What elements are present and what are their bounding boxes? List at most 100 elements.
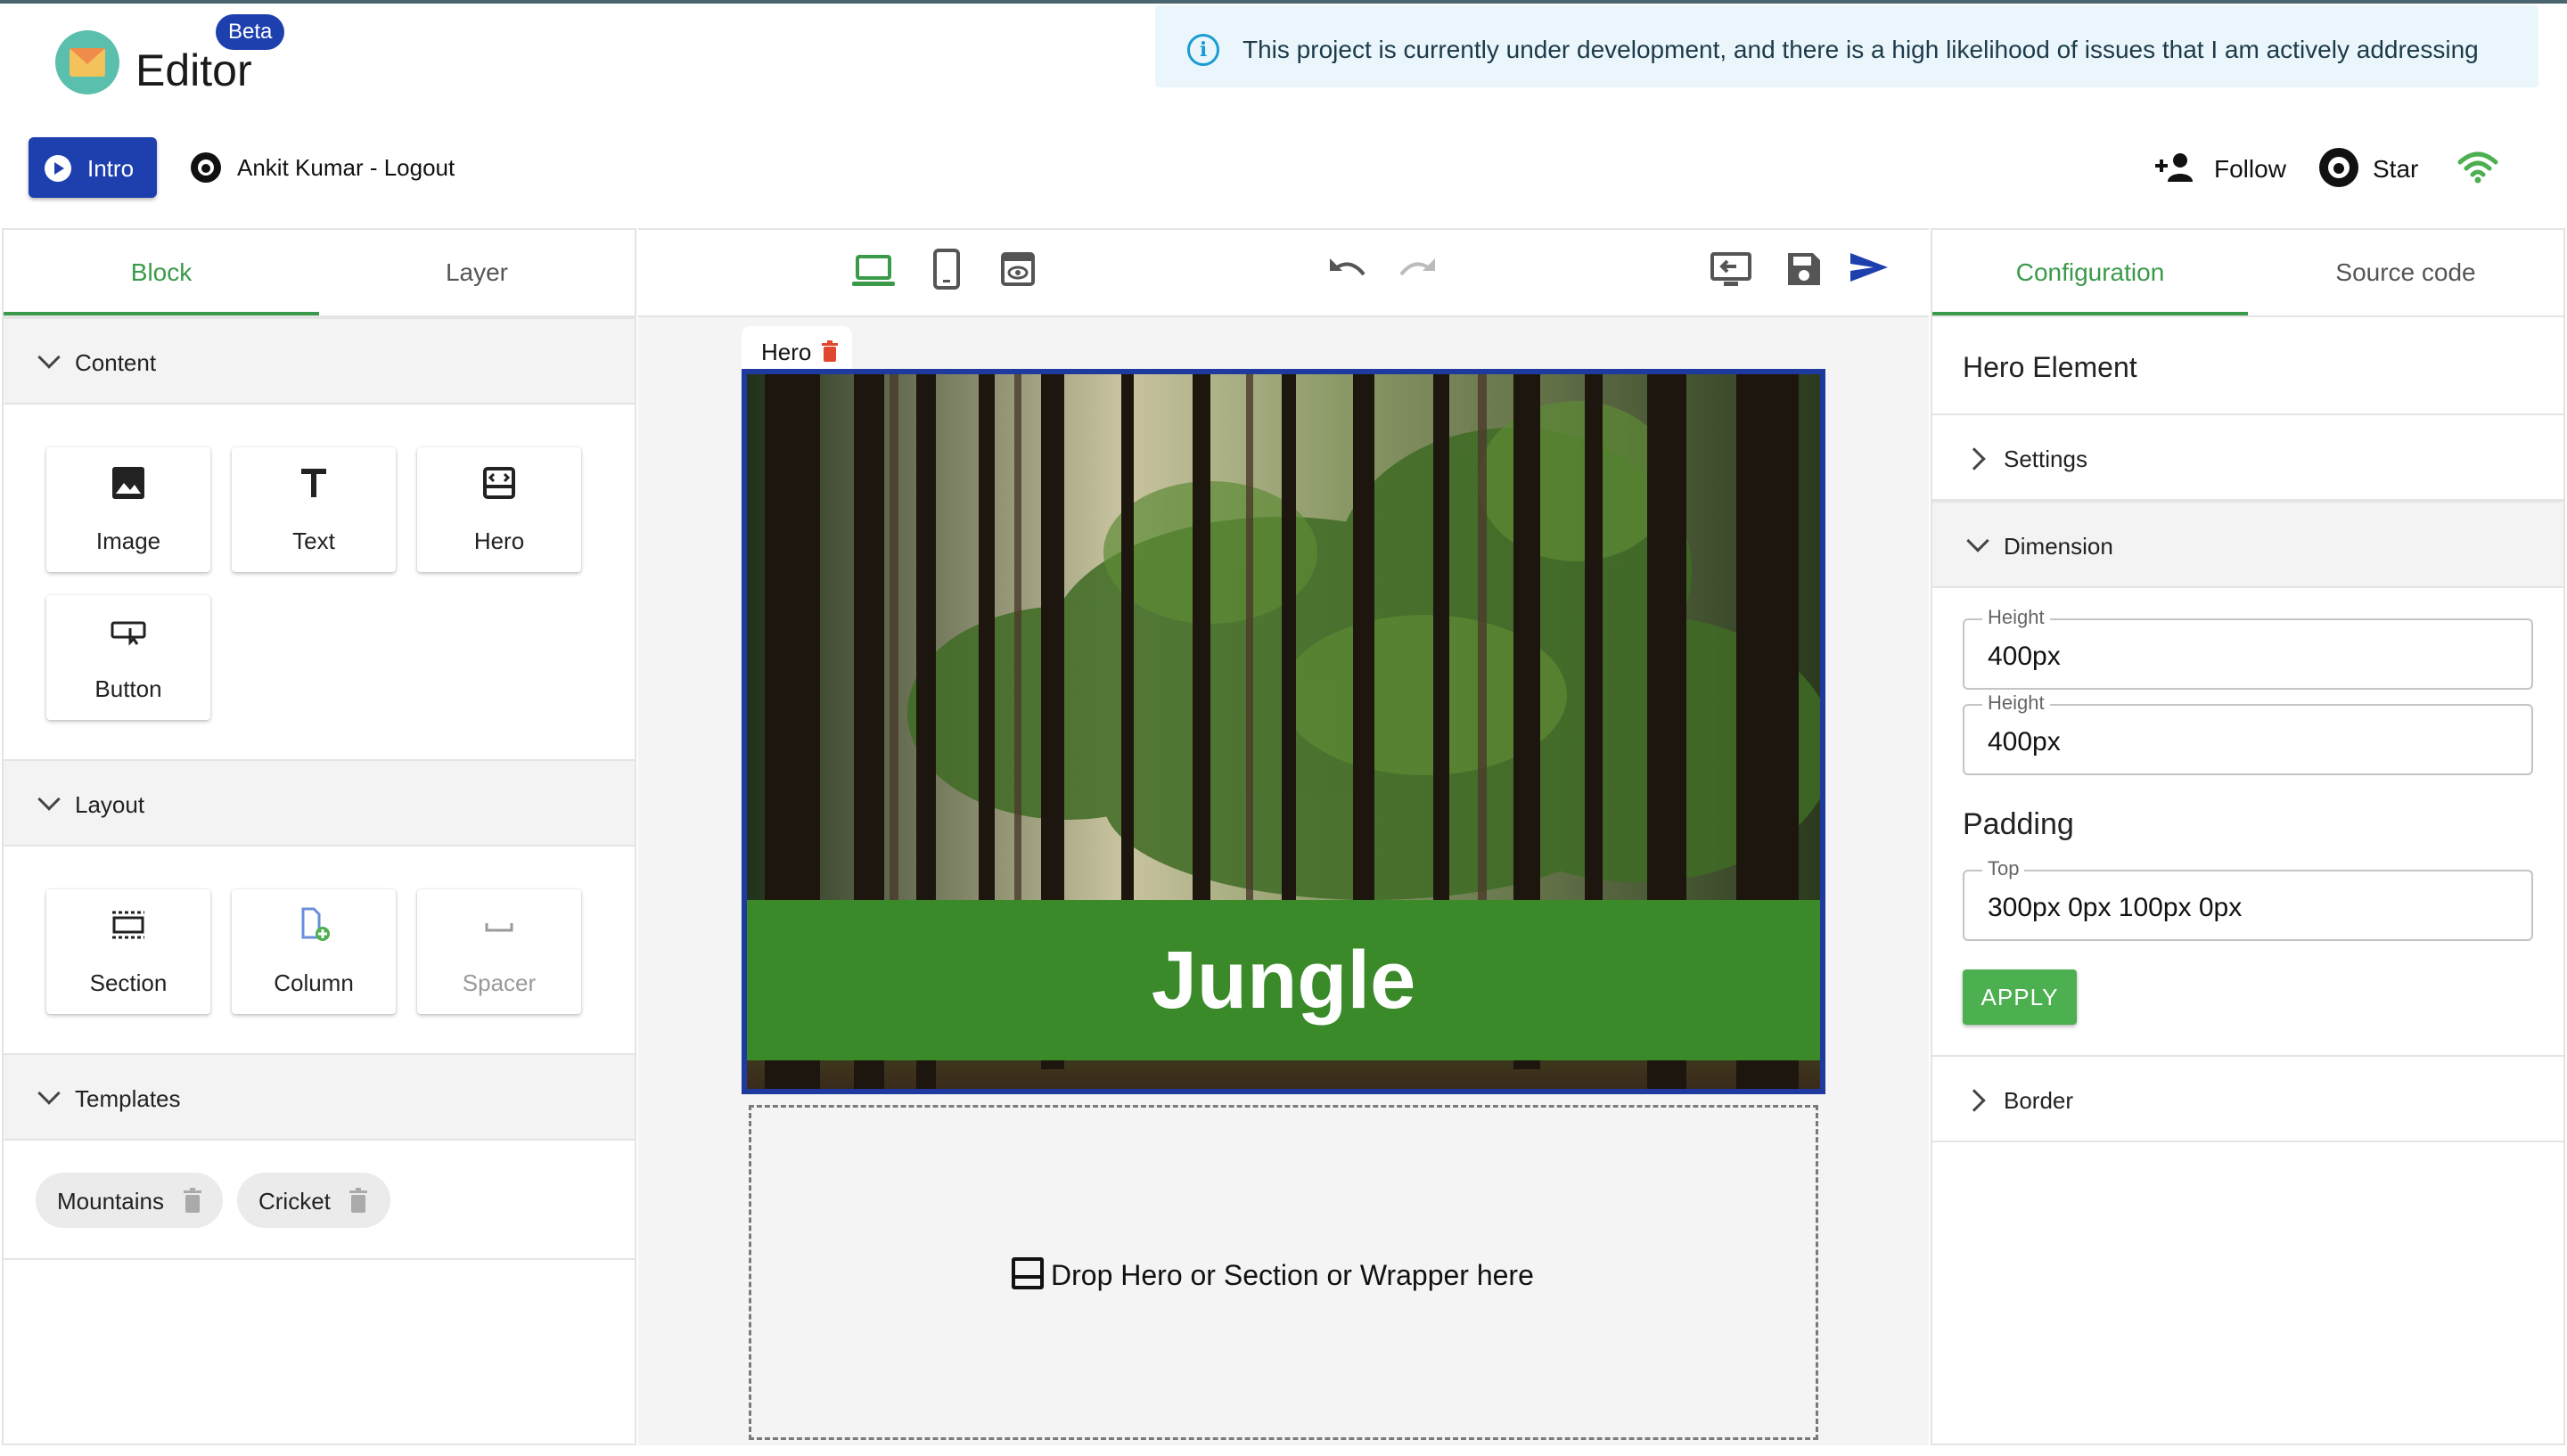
hero-element[interactable]: Jungle bbox=[742, 369, 1825, 1094]
templates-divider bbox=[4, 1258, 635, 1260]
block-hero-label: Hero bbox=[473, 528, 525, 554]
padding-field-value[interactable]: 300px 0px 100px 0px bbox=[1988, 893, 2242, 923]
settings-section-header[interactable]: Settings bbox=[1932, 413, 2563, 501]
tab-layer[interactable]: Layer bbox=[319, 230, 635, 315]
block-spacer-label: Spacer bbox=[462, 969, 537, 996]
chevron-down-icon bbox=[37, 346, 61, 369]
height-field-2[interactable]: Height 400px bbox=[1963, 691, 2533, 775]
drop-zone[interactable]: Drop Hero or Section or Wrapper here bbox=[749, 1105, 1818, 1440]
height-field[interactable]: Height 400px bbox=[1963, 606, 2533, 690]
configuration-panel: Configuration Source code Hero Element S… bbox=[1931, 228, 2565, 1445]
template-mountains-label: Mountains bbox=[57, 1188, 164, 1215]
delete-icon[interactable] bbox=[822, 340, 838, 362]
import-icon[interactable] bbox=[1710, 251, 1752, 289]
image-icon bbox=[112, 467, 144, 499]
padding-field-legend: Top bbox=[1982, 857, 2025, 880]
hero-title[interactable]: Jungle bbox=[747, 900, 1820, 1060]
padding-top-field[interactable]: Top 300px 0px 100px 0px bbox=[1963, 857, 2533, 941]
drop-zone-text: Drop Hero or Section or Wrapper here bbox=[1051, 1259, 1534, 1291]
github-icon bbox=[191, 152, 221, 183]
block-button-label: Button bbox=[94, 675, 162, 702]
block-spacer[interactable]: Spacer bbox=[417, 889, 581, 1014]
delete-icon[interactable] bbox=[349, 1188, 367, 1213]
settings-label: Settings bbox=[2004, 446, 2087, 472]
template-cricket-label: Cricket bbox=[258, 1188, 331, 1215]
canvas-toolbar bbox=[638, 230, 1929, 317]
intro-button[interactable]: Intro bbox=[29, 137, 157, 198]
border-label: Border bbox=[2004, 1087, 2074, 1114]
undo-icon[interactable] bbox=[1326, 255, 1367, 285]
hero-title-band: Jungle bbox=[747, 900, 1820, 1060]
block-column[interactable]: Column bbox=[232, 889, 396, 1014]
github-star-icon[interactable] bbox=[2319, 148, 2358, 187]
block-column-label: Column bbox=[274, 969, 354, 996]
block-image-label: Image bbox=[95, 528, 161, 554]
delete-icon[interactable] bbox=[184, 1188, 201, 1213]
text-icon bbox=[301, 469, 326, 497]
preview-icon[interactable] bbox=[1000, 251, 1036, 287]
app-title: Editor bbox=[135, 45, 252, 95]
tab-source-code[interactable]: Source code bbox=[2248, 230, 2563, 315]
layout-section-label: Layout bbox=[75, 791, 145, 818]
right-tabs: Configuration Source code bbox=[1932, 230, 2563, 317]
left-tabs: Block Layer bbox=[4, 230, 635, 317]
dimension-section-header[interactable]: Dimension bbox=[1932, 501, 2563, 588]
section-icon bbox=[112, 911, 144, 939]
chevron-right-icon bbox=[1963, 1089, 1986, 1112]
block-button[interactable]: Button bbox=[46, 595, 210, 720]
dimension-label: Dimension bbox=[2004, 533, 2113, 560]
laptop-icon[interactable] bbox=[852, 253, 895, 289]
apply-button[interactable]: APPLY bbox=[1963, 969, 2077, 1025]
mobile-icon[interactable] bbox=[932, 248, 961, 290]
button-icon bbox=[111, 621, 146, 646]
selected-element-label: Hero bbox=[761, 339, 812, 365]
send-icon[interactable] bbox=[1849, 249, 1890, 285]
person-add-icon[interactable] bbox=[2155, 151, 2196, 182]
beta-badge: Beta bbox=[216, 14, 285, 50]
top-border-line bbox=[0, 0, 2567, 4]
app-logo bbox=[55, 30, 119, 94]
height-field-2-value[interactable]: 400px bbox=[1988, 727, 2061, 757]
content-section-header[interactable]: Content bbox=[4, 317, 635, 405]
canvas-panel: Hero Jungle Drop Hero or Section or Wrap… bbox=[638, 228, 1929, 1445]
layout-section-header[interactable]: Layout bbox=[4, 759, 635, 847]
column-icon bbox=[301, 907, 330, 941]
height-field-2-legend: Height bbox=[1982, 691, 2050, 715]
inbox-icon bbox=[1012, 1257, 1044, 1289]
padding-title: Padding bbox=[1963, 807, 2074, 841]
development-alert: i This project is currently under develo… bbox=[1155, 5, 2538, 87]
block-section[interactable]: Section bbox=[46, 889, 210, 1014]
block-image[interactable]: Image bbox=[46, 447, 210, 572]
play-icon bbox=[45, 155, 71, 182]
block-hero[interactable]: Hero bbox=[417, 447, 581, 572]
block-section-label: Section bbox=[89, 969, 168, 996]
intro-label: Intro bbox=[87, 155, 135, 182]
content-section-label: Content bbox=[75, 349, 157, 376]
block-text-label: Text bbox=[292, 528, 335, 554]
alert-text: This project is currently under developm… bbox=[1242, 36, 2479, 63]
hero-icon bbox=[483, 467, 515, 499]
info-icon: i bbox=[1187, 34, 1219, 66]
border-section-header[interactable]: Border bbox=[1932, 1055, 2563, 1142]
chevron-down-icon bbox=[37, 1082, 61, 1105]
redo-icon[interactable] bbox=[1398, 255, 1439, 285]
template-chip-cricket[interactable]: Cricket bbox=[237, 1173, 390, 1228]
height-field-value[interactable]: 400px bbox=[1988, 642, 2061, 672]
save-icon[interactable] bbox=[1786, 251, 1822, 287]
templates-section-label: Templates bbox=[75, 1085, 181, 1112]
user-logout-link[interactable]: Ankit Kumar - Logout bbox=[237, 154, 455, 182]
height-field-legend: Height bbox=[1982, 606, 2050, 629]
spacer-icon bbox=[485, 923, 513, 932]
tab-configuration[interactable]: Configuration bbox=[1932, 230, 2248, 315]
template-chip-mountains[interactable]: Mountains bbox=[36, 1173, 223, 1228]
element-title: Hero Element bbox=[1963, 351, 2137, 383]
chevron-down-icon bbox=[1966, 529, 1989, 552]
templates-section-header[interactable]: Templates bbox=[4, 1053, 635, 1141]
chevron-down-icon bbox=[37, 788, 61, 811]
tab-block[interactable]: Block bbox=[4, 230, 319, 315]
blocks-panel: Block Layer Content Image Text Hero Butt… bbox=[2, 228, 636, 1445]
block-text[interactable]: Text bbox=[232, 447, 396, 572]
follow-button[interactable]: Follow bbox=[2214, 155, 2286, 184]
star-button[interactable]: Star bbox=[2373, 155, 2418, 184]
chevron-right-icon bbox=[1963, 447, 1986, 470]
